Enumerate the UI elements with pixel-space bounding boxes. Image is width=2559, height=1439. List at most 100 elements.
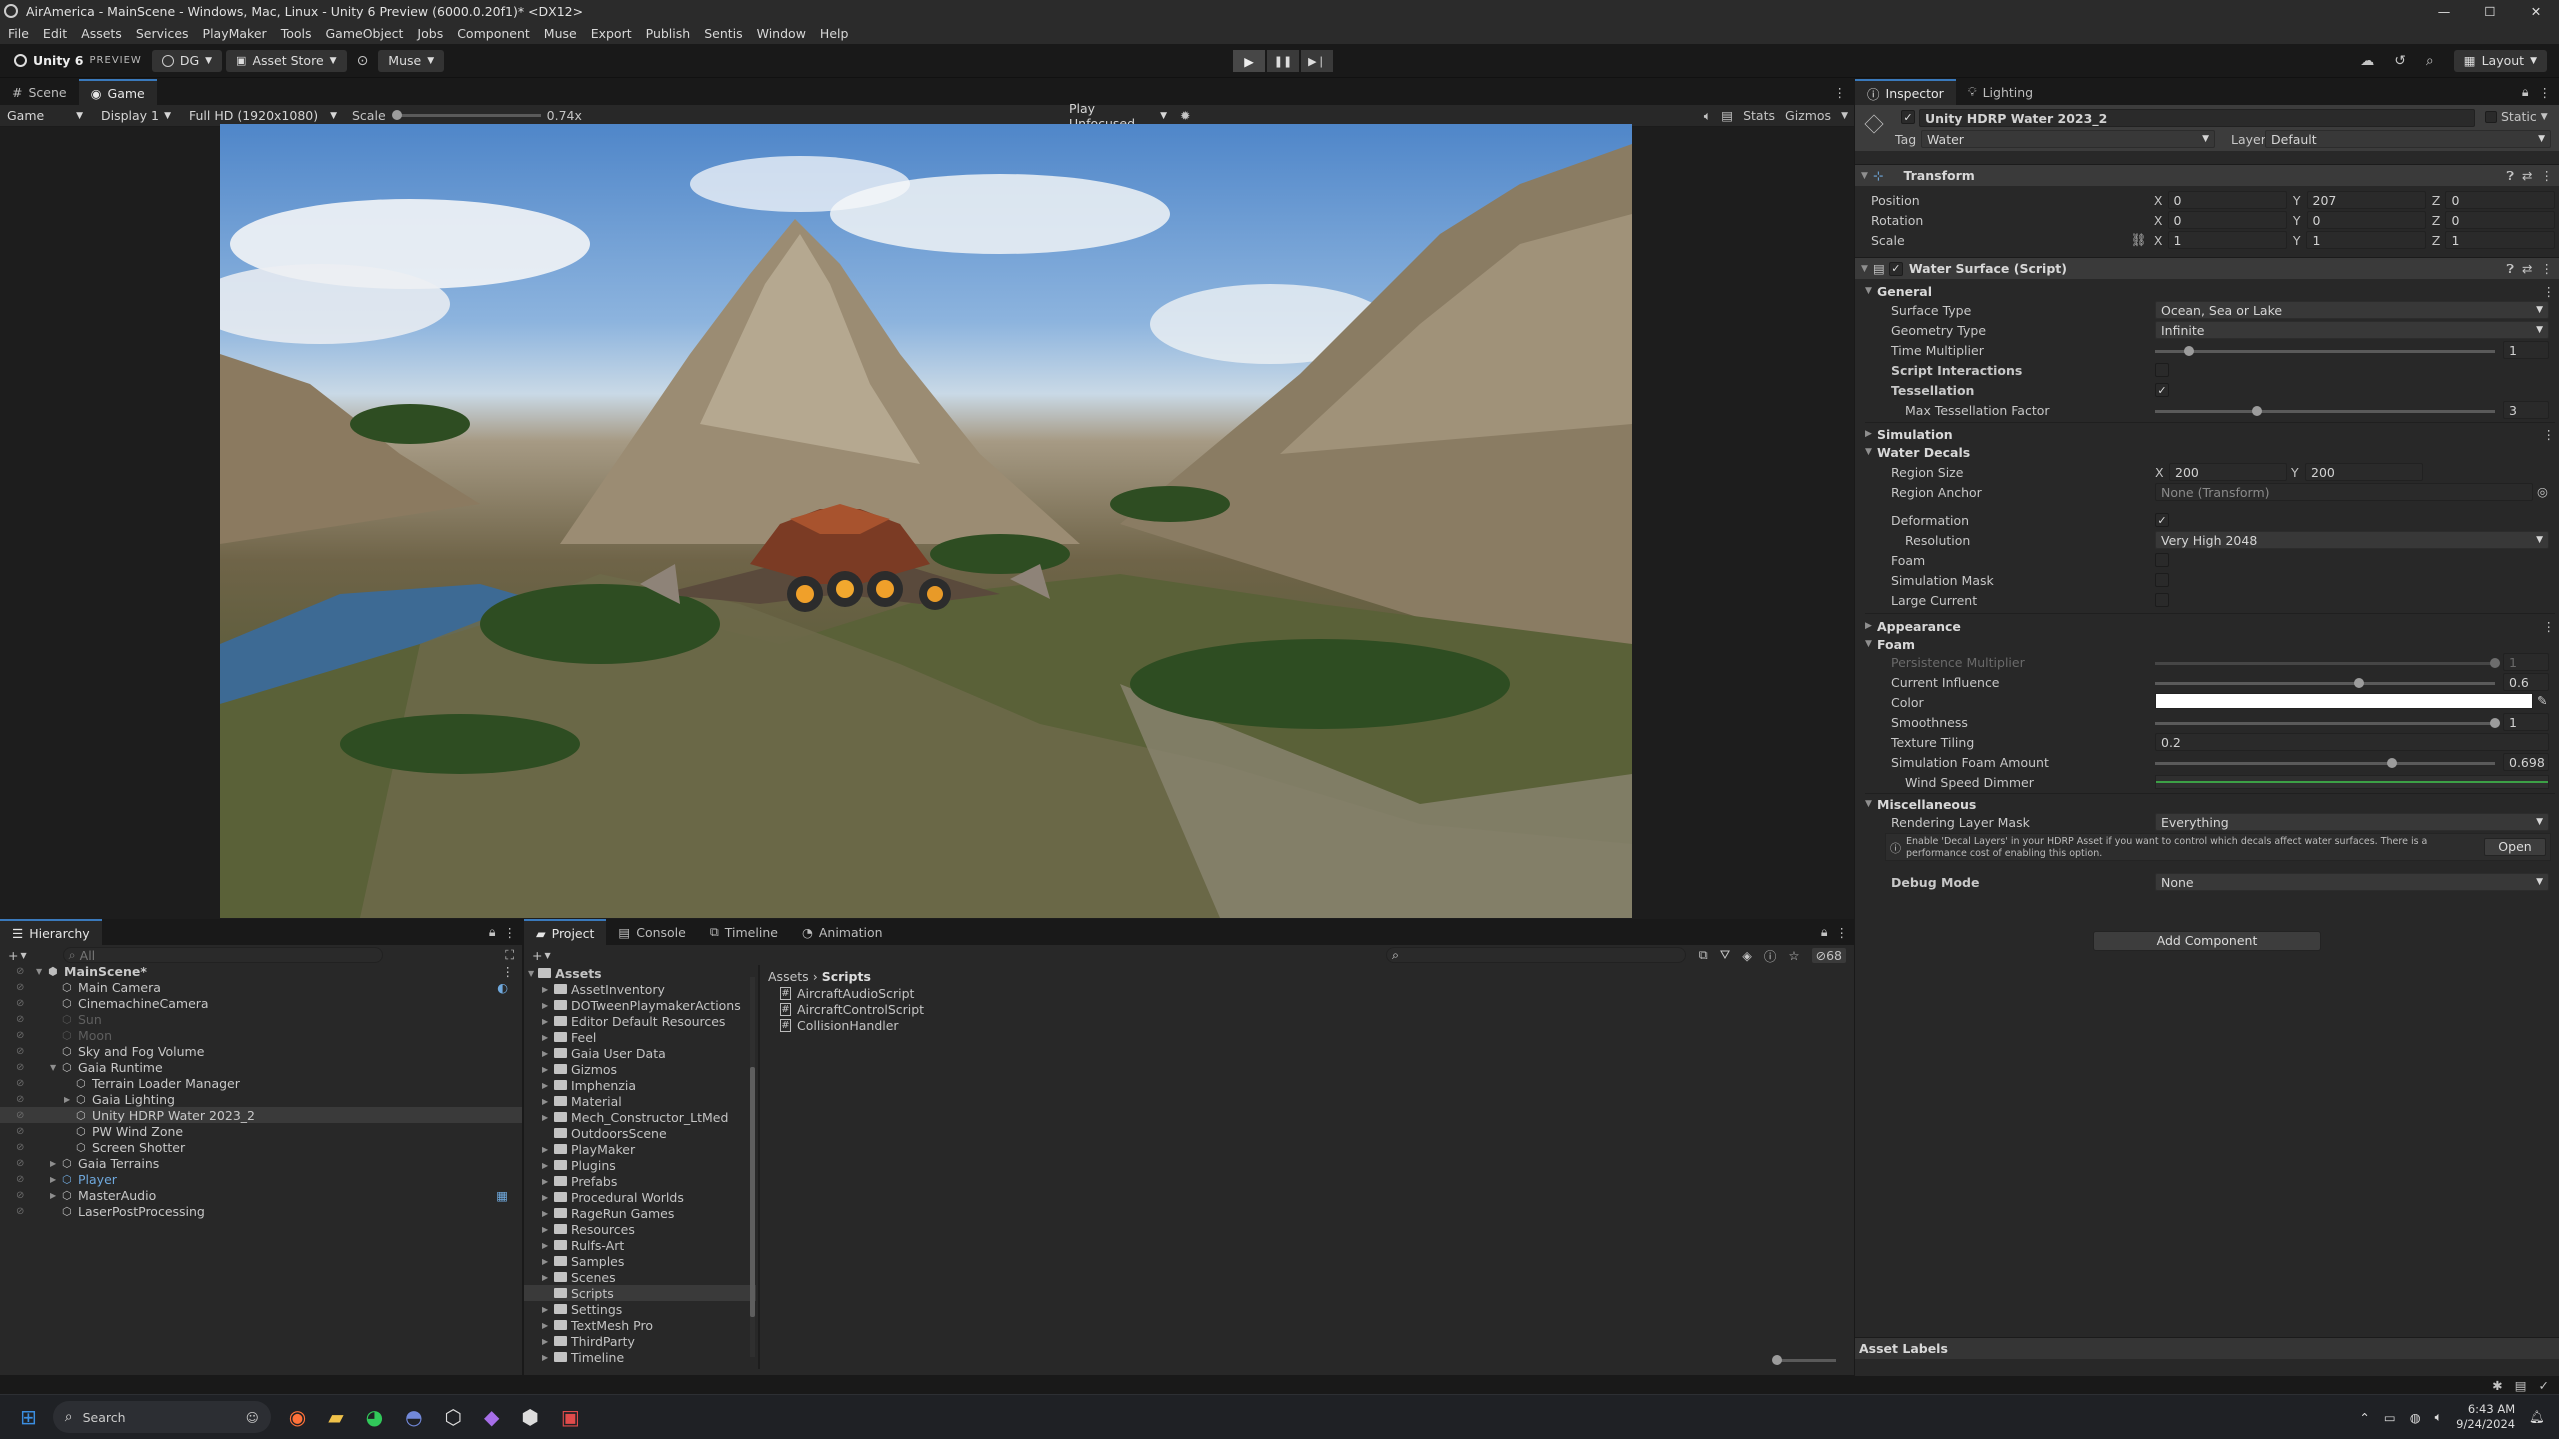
water-surface-header[interactable]: ▼ ▤ ✓ Water Surface (Script) ❓︎ ⇄ ⋮ <box>1855 257 2559 279</box>
visibility-toggle-icon[interactable]: ⊘ <box>16 1030 36 1041</box>
maximize-button[interactable]: ☐ <box>2467 4 2513 19</box>
visibility-toggle-icon[interactable]: ⊘ <box>16 998 36 1009</box>
persistence-slider[interactable] <box>2155 658 2500 668</box>
debug-mode-dropdown[interactable]: None ▼ <box>2155 873 2549 891</box>
object-picker-icon[interactable]: ◎ <box>2537 484 2548 499</box>
slider-knob[interactable] <box>2354 678 2364 688</box>
asset-labels-bar[interactable]: Asset Labels <box>1855 1337 2559 1359</box>
hierarchy-item[interactable]: ⊘ ⬡ LaserPostProcessing <box>0 1203 522 1219</box>
collapse-icon[interactable]: ▼ <box>50 1063 62 1072</box>
link-icon[interactable]: ⛓︎ <box>2130 232 2153 248</box>
slider-knob[interactable] <box>2184 346 2194 356</box>
expand-icon[interactable]: ▶ <box>542 1193 550 1202</box>
visibility-toggle-icon[interactable]: ⊘ <box>16 966 36 977</box>
rotation-z-field[interactable]: 0 <box>2445 211 2555 229</box>
region-size-x-field[interactable]: 200 <box>2169 463 2287 481</box>
unity-hub-icon[interactable]: ⬡ <box>445 1405 462 1429</box>
expand-icon[interactable]: ▶ <box>542 985 550 994</box>
firefox-icon[interactable]: ◉ <box>289 1405 306 1429</box>
play-focus-dropdown[interactable]: Play Unfocused ▼ <box>1064 101 1172 131</box>
expand-icon[interactable]: ▶ <box>542 1177 550 1186</box>
menu-services[interactable]: Services <box>136 26 189 41</box>
add-icon[interactable]: + <box>8 948 18 963</box>
max-tessellation-field[interactable]: 3 <box>2503 401 2549 419</box>
rotation-x-field[interactable]: 0 <box>2167 211 2287 229</box>
active-checkbox[interactable]: ✓ <box>1901 110 1915 124</box>
folder-item[interactable]: ▶ Feel <box>524 1029 756 1045</box>
menu-playmaker[interactable]: PlayMaker <box>203 26 267 41</box>
position-z-field[interactable]: 0 <box>2445 191 2555 209</box>
menu-export[interactable]: Export <box>591 26 632 41</box>
expand-icon[interactable]: ▶ <box>542 1305 550 1314</box>
menu-tools[interactable]: Tools <box>281 26 312 41</box>
clock[interactable]: 6:43 AM 9/24/2024 <box>2456 1402 2515 1432</box>
smoothness-field[interactable]: 1 <box>2503 713 2549 731</box>
lock-icon[interactable]: 🔒︎ <box>2522 84 2529 100</box>
panel-divider[interactable] <box>758 965 760 1369</box>
filter-icon[interactable]: ⛶ <box>505 947 514 963</box>
scale-z-field[interactable]: 1 <box>2445 231 2555 249</box>
folder-item[interactable]: ▶ ThirdParty <box>524 1333 756 1349</box>
info-icon[interactable]: ⓘ <box>1764 946 1777 965</box>
expand-icon[interactable]: ▶ <box>542 1001 550 1010</box>
foam-checkbox[interactable] <box>2155 553 2169 567</box>
smoothness-slider[interactable] <box>2155 718 2500 728</box>
more-options-icon[interactable]: ⋮ <box>2539 85 2552 100</box>
tab-console[interactable]: ▤ Console <box>606 919 697 945</box>
scale-slider-knob[interactable] <box>391 110 402 120</box>
tab-lighting[interactable]: 💡︎ Lighting <box>1956 79 2045 105</box>
help-icon[interactable]: ❓︎ <box>2507 168 2515 184</box>
expand-icon[interactable]: ▶ <box>542 1257 550 1266</box>
simulation-section[interactable]: ▶ Simulation ⋮ <box>1865 425 2555 443</box>
folder-item[interactable]: ▶ Settings <box>524 1301 756 1317</box>
expand-icon[interactable]: ▶ <box>64 1095 76 1104</box>
help-icon[interactable]: ❓︎ <box>2507 261 2515 277</box>
script-file-item[interactable]: # CollisionHandler <box>780 1017 1180 1033</box>
expand-icon[interactable]: ▶ <box>50 1191 62 1200</box>
transform-header[interactable]: ▼ ⊹ Transform ❓︎ ⇄ ⋮ <box>1855 164 2559 186</box>
display-icon[interactable]: ▭ <box>2384 1410 2396 1425</box>
hierarchy-item[interactable]: ⊘ ⬡ Screen Shotter <box>0 1139 522 1155</box>
step-button[interactable]: ▶❘ <box>1301 50 1333 72</box>
water-enabled-checkbox[interactable]: ✓ <box>1888 261 1903 276</box>
visibility-toggle-icon[interactable]: ⊘ <box>16 1046 36 1057</box>
expand-icon[interactable]: ▶ <box>542 1241 550 1250</box>
collapse-icon[interactable]: ▼ <box>36 967 48 976</box>
layout-dropdown[interactable]: ▦ Layout ▼ <box>2453 49 2547 72</box>
chevron-down-icon[interactable]: ▼ <box>20 951 26 960</box>
project-search-input[interactable]: ⌕ <box>1386 947 1686 963</box>
slider-knob[interactable] <box>2490 658 2500 668</box>
layer-dropdown[interactable]: Default ▼ <box>2265 130 2551 148</box>
menu-muse[interactable]: Muse <box>544 26 577 41</box>
minimize-button[interactable]: — <box>2421 4 2467 19</box>
muse-dropdown[interactable]: Muse ▼ <box>378 49 445 72</box>
hierarchy-item[interactable]: ⊘ ▶ ⬡ Gaia Terrains <box>0 1155 522 1171</box>
tessellation-checkbox[interactable]: ✓ <box>2155 383 2169 397</box>
preset-icon[interactable]: ⇄ <box>2522 168 2532 183</box>
collapse-icon[interactable]: ▼ <box>528 969 534 978</box>
more-options-icon[interactable]: ⋮ <box>2541 168 2554 183</box>
region-size-y-field[interactable]: 200 <box>2305 463 2423 481</box>
tab-scene[interactable]: # Scene <box>0 79 79 105</box>
foam-section[interactable]: ▼ Foam <box>1865 635 2555 653</box>
folder-item[interactable]: ▶ DOTweenPlaymakerActions <box>524 997 756 1013</box>
expand-icon[interactable]: ▶ <box>542 1033 550 1042</box>
simulation-mask-checkbox[interactable] <box>2155 573 2169 587</box>
hidden-packages-badge[interactable]: ⊘68 <box>1811 947 1846 963</box>
large-current-checkbox[interactable] <box>2155 593 2169 607</box>
add-component-button[interactable]: Add Component <box>2093 931 2321 951</box>
menu-assets[interactable]: Assets <box>81 26 122 41</box>
static-checkbox[interactable] <box>2485 110 2497 123</box>
simulation-foam-field[interactable]: 0.698 <box>2503 753 2549 771</box>
visibility-toggle-icon[interactable]: ⊘ <box>16 1142 36 1153</box>
volume-icon[interactable]: 🔈︎ <box>2435 1409 2443 1425</box>
hierarchy-item[interactable]: ⊘ ⬡ Terrain Loader Manager <box>0 1075 522 1091</box>
icon-size-slider[interactable] <box>1772 1355 1836 1365</box>
expand-icon[interactable]: ▶ <box>542 1017 550 1026</box>
texture-tiling-field[interactable]: 0.2 <box>2155 733 2549 751</box>
folder-item[interactable]: ▶ Gaia User Data <box>524 1045 756 1061</box>
preset-icon[interactable]: ⇄ <box>2522 261 2532 276</box>
persistence-field[interactable]: 1 <box>2503 653 2549 671</box>
visibility-toggle-icon[interactable]: ⊘ <box>16 982 36 993</box>
folder-item[interactable]: ▶ PlayMaker <box>524 1141 756 1157</box>
